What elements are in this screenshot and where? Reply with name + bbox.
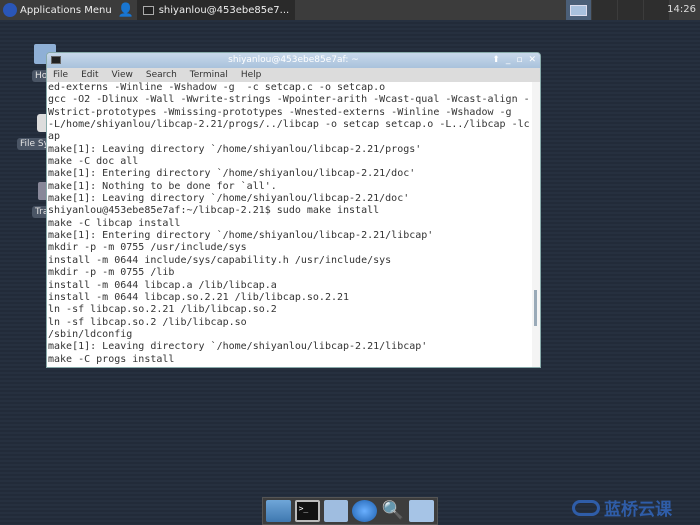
maximize-icon[interactable]: ▫ bbox=[516, 53, 522, 68]
terminal-line: mkdir -p -m 0755 /usr/include/sys bbox=[48, 242, 247, 254]
workspace-1[interactable] bbox=[566, 0, 592, 20]
lanqiao-logo-icon bbox=[572, 499, 600, 516]
terminal-line: ln -sf libcap.so.2.21 /lib/libcap.so.2 bbox=[48, 304, 277, 316]
task-label: shiyanlou@453ebe85e7... bbox=[158, 4, 290, 16]
terminal-line: make[1]: Entering directory `/home/shiya… bbox=[48, 230, 434, 242]
applications-menu-button[interactable]: Applications Menu bbox=[0, 0, 115, 20]
terminal-icon bbox=[142, 5, 154, 15]
terminal-line: make[1]: Entering directory `/home/shiya… bbox=[48, 168, 416, 180]
terminal-line: mkdir -p -m 0755 /lib bbox=[48, 267, 175, 279]
terminal-line: -L/home/shiyanlou/libcap-2.21/progs/../l… bbox=[48, 119, 530, 131]
menu-help[interactable]: Help bbox=[241, 70, 269, 80]
terminal-line: make -C libcap install bbox=[48, 217, 181, 229]
top-panel: Applications Menu 👤 shiyanlou@453ebe85e7… bbox=[0, 0, 700, 20]
applications-menu-label: Applications Menu bbox=[20, 4, 112, 16]
menu-terminal[interactable]: Terminal bbox=[190, 70, 235, 80]
terminal-line: ln -sf libcap.so.2 /lib/libcap.so bbox=[48, 316, 247, 328]
watermark: 蓝桥云课 bbox=[572, 495, 672, 520]
user-switch-icon[interactable]: 👤 bbox=[115, 0, 137, 20]
terminal-line: make[1]: Leaving directory `/home/shiyan… bbox=[48, 143, 422, 155]
menu-edit[interactable]: Edit bbox=[81, 70, 105, 80]
folder-icon[interactable] bbox=[409, 500, 434, 522]
terminal-line: make -C doc all bbox=[48, 156, 139, 168]
scrollbar-thumb[interactable] bbox=[534, 290, 537, 326]
terminal-line: make -C progs install bbox=[48, 353, 175, 365]
menubar: File Edit View Search Terminal Help bbox=[47, 68, 540, 82]
terminal-line: make[1]: Leaving directory `/home/shiyan… bbox=[48, 341, 428, 353]
minimize-icon[interactable]: _ bbox=[506, 53, 511, 68]
workspace-4[interactable] bbox=[644, 0, 670, 20]
terminal-line: /sbin/ldconfig bbox=[48, 328, 133, 340]
terminal-line: make[1]: Nothing to be done for `all'. bbox=[48, 180, 277, 192]
menu-search[interactable]: Search bbox=[146, 70, 184, 80]
menu-view[interactable]: View bbox=[112, 70, 140, 80]
file-manager-icon[interactable] bbox=[323, 500, 349, 522]
scrollbar[interactable] bbox=[532, 82, 540, 367]
terminal-icon[interactable]: >_ bbox=[294, 500, 320, 522]
terminal-line: shiyanlou@453ebe85e7af:~/libcap-2.21$ su… bbox=[48, 205, 380, 217]
window-title: shiyanlou@453ebe85e7af: ~ bbox=[228, 55, 359, 65]
workspace-switcher[interactable] bbox=[566, 0, 670, 20]
shade-icon[interactable]: ⬆ bbox=[492, 53, 500, 68]
terminal-line: install -m 0644 libcap.a /lib/libcap.a bbox=[48, 279, 277, 291]
terminal-line: ed-externs -Winline -Wshadow -g -c setca… bbox=[48, 82, 386, 93]
terminal-line: ap bbox=[48, 131, 61, 143]
search-icon[interactable]: 🔍 bbox=[381, 500, 406, 522]
workspace-2[interactable] bbox=[592, 0, 618, 20]
terminal-line: install -m 0644 libcap.so.2.21 /lib/libc… bbox=[48, 291, 350, 303]
clock: 14:26 bbox=[667, 4, 696, 15]
taskbar-item-terminal[interactable]: shiyanlou@453ebe85e7... bbox=[136, 0, 296, 20]
terminal-line: make[1]: Leaving directory `/home/shiyan… bbox=[48, 193, 410, 205]
terminal-window[interactable]: shiyanlou@453ebe85e7af: ~ ⬆ _ ▫ ✕ File E… bbox=[46, 52, 541, 368]
workspace-3[interactable] bbox=[618, 0, 644, 20]
dock: >_ 🔍 bbox=[262, 497, 438, 525]
window-titlebar[interactable]: shiyanlou@453ebe85e7af: ~ ⬆ _ ▫ ✕ bbox=[47, 53, 540, 68]
terminal-line: gcc -O2 -Dlinux -Wall -Wwrite-strings -W… bbox=[48, 94, 530, 106]
close-icon[interactable]: ✕ bbox=[528, 53, 536, 68]
terminal-line: install -m 0644 include/sys/capability.h… bbox=[48, 254, 392, 266]
show-desktop-icon[interactable] bbox=[266, 500, 291, 522]
terminal-output[interactable]: ed-externs -Winline -Wshadow -g -c setca… bbox=[47, 82, 532, 367]
xfce-logo-icon bbox=[3, 3, 17, 17]
menu-file[interactable]: File bbox=[53, 70, 75, 80]
web-browser-icon[interactable] bbox=[352, 500, 377, 522]
terminal-line: Wstrict-prototypes -Wmissing-prototypes … bbox=[48, 106, 512, 118]
watermark-text: 蓝桥云课 bbox=[604, 500, 672, 520]
